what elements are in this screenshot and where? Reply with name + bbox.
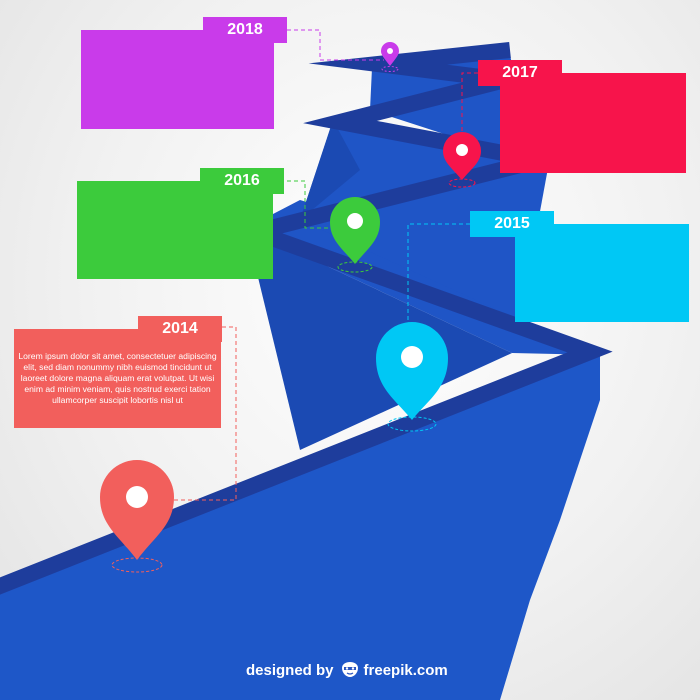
footer-credit: designed by freepik.com bbox=[246, 658, 448, 682]
map-pin-icon bbox=[376, 322, 448, 432]
map-pin-icon bbox=[443, 132, 481, 188]
map-pins bbox=[100, 42, 481, 573]
map-pin-icon bbox=[381, 42, 399, 72]
brand-label: freepik.com bbox=[363, 661, 448, 679]
map-pin-icon bbox=[330, 197, 380, 273]
map-pin-icon bbox=[100, 460, 174, 573]
designed-by-label: designed by bbox=[246, 661, 334, 679]
freepik-face-icon bbox=[341, 662, 358, 677]
